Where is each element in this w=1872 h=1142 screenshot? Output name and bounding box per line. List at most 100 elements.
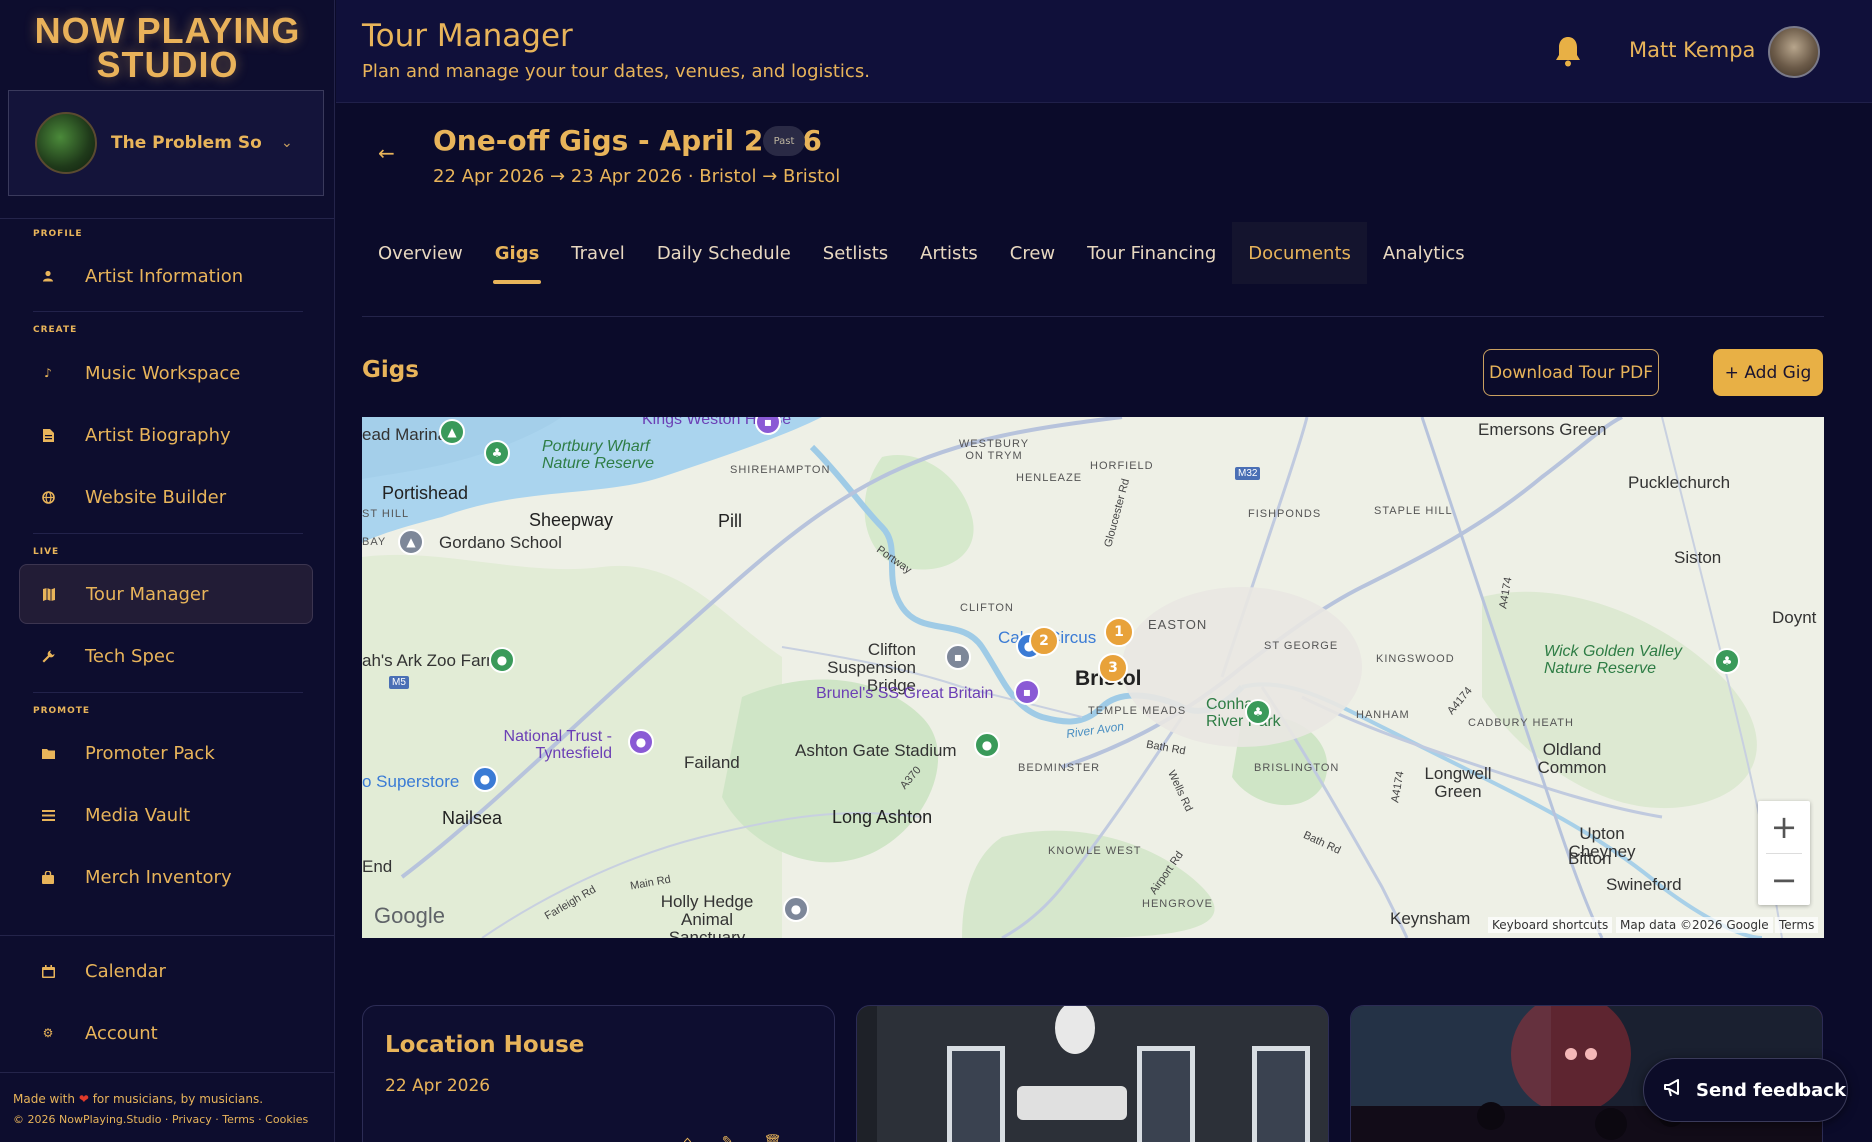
sidebar-item-media-vault[interactable]: Media Vault [19,785,313,845]
music-note-icon: ♪ [44,366,52,380]
bridge-pin-icon[interactable]: ▪ [945,644,971,670]
top-header: Tour Manager Plan and manage your tour d… [336,0,1872,103]
map-label-longwell: Longwell Green [1424,764,1492,801]
artist-selector[interactable]: The Problem So... ⌄ [8,90,324,196]
send-feedback-button[interactable]: Send feedback [1643,1058,1848,1122]
zoom-controls: + − [1758,801,1810,905]
brand-logo[interactable]: NOW PLAYING STUDIO [0,8,335,86]
add-gig-button[interactable]: + Add Gig [1713,349,1823,396]
sidebar-item-tech-spec[interactable]: Tech Spec [19,626,313,686]
user-name[interactable]: Matt Kempa [1629,38,1755,62]
artist-avatar [35,112,97,174]
download-pdf-button[interactable]: Download Tour PDF [1483,349,1659,396]
sidebar-item-label: Artist Biography [85,424,231,446]
cart-pin-icon[interactable]: ● [472,766,498,792]
sidebar: NOW PLAYING STUDIO The Problem So... ⌄ P… [0,0,335,1142]
sidebar-item-label: Merch Inventory [85,866,232,888]
tab-artists[interactable]: Artists [904,222,994,284]
sidebar-item-website-builder[interactable]: Website Builder [19,467,313,527]
map-label-staple-hill: STAPLE HILL [1374,505,1453,517]
gig-card[interactable]: Location House 22 Apr 2026 ⌂ ✎ 🗑 [362,1005,835,1142]
map-label-wick: Wick Golden Valley Nature Reserve [1544,643,1682,677]
sidebar-item-artist-information[interactable]: Artist Information [19,246,313,306]
gear-icon: ⚙ [42,1026,54,1040]
list-icon [41,808,55,822]
tab-overview[interactable]: Overview [362,222,479,284]
pin-icon[interactable]: ● [783,896,809,922]
map-label-hengrove: HENGROVE [1142,898,1213,910]
trash-icon[interactable]: 🗑 [764,1134,782,1142]
sidebar-item-merch-inventory[interactable]: Merch Inventory [19,847,313,907]
sidebar-item-music-workspace[interactable]: ♪ Music Workspace [19,343,313,403]
bell-icon[interactable] [1554,35,1582,67]
back-arrow-icon[interactable]: ← [378,141,395,165]
wrench-icon [41,649,55,663]
tab-gigs[interactable]: Gigs [479,222,556,284]
gig-cluster-marker[interactable]: 2 [1029,626,1059,656]
tree-pin-icon[interactable]: ♣ [1714,648,1740,674]
gig-card-image[interactable] [856,1005,1329,1142]
page-title: Tour Manager [362,18,573,54]
tab-setlists[interactable]: Setlists [807,222,904,284]
user-avatar[interactable] [1768,26,1820,78]
museum-pin-icon[interactable]: ▪ [1014,679,1040,705]
footer-links: © 2026 NowPlaying.Studio · Privacy · Ter… [13,1113,309,1126]
map-label-sheepway: Sheepway [529,510,614,530]
tree-pin-icon[interactable]: ♣ [484,440,510,466]
stadium-pin-icon[interactable]: ● [974,732,1000,758]
map-label-holly-hedge: Holly Hedge Animal Sanctuary [660,892,754,939]
map-label-cadbury: CADBURY HEATH [1468,717,1574,729]
footer-made-with-prefix: Made with [13,1092,75,1106]
map-label-swineford: Swineford [1606,875,1682,894]
venue-photo [857,1006,1328,1142]
tab-bar: Overview Gigs Travel Daily Schedule Setl… [362,222,1481,284]
document-icon [41,428,55,442]
tab-daily-schedule[interactable]: Daily Schedule [641,222,807,284]
park-pin-icon[interactable]: ▲ [439,419,465,445]
tab-tour-financing[interactable]: Tour Financing [1071,222,1232,284]
tab-analytics[interactable]: Analytics [1367,222,1481,284]
school-pin-icon[interactable]: ▲ [398,529,424,555]
footer-brand-link[interactable]: NowPlaying.Studio [59,1113,161,1126]
footer-cookies-link[interactable]: Cookies [265,1113,308,1126]
section-title: Gigs [362,357,419,383]
footer-terms-link[interactable]: Terms [222,1113,254,1126]
home-icon[interactable]: ⌂ [683,1134,692,1142]
map-label-failand: Failand [684,753,740,772]
tree-pin-icon[interactable]: ♣ [1245,699,1271,725]
tab-documents[interactable]: Documents [1232,222,1367,284]
paw-pin-icon[interactable]: ● [489,647,515,673]
zoom-out-button[interactable]: − [1758,854,1810,906]
map-icon [42,587,56,601]
divider [33,311,303,312]
sidebar-item-label: Artist Information [85,265,244,287]
gig-cluster-marker[interactable]: 1 [1104,617,1134,647]
chevron-down-icon: ⌄ [281,135,293,151]
sidebar-item-calendar[interactable]: Calendar [19,941,313,1001]
footer-privacy-link[interactable]: Privacy [172,1113,212,1126]
map-label-horfield: HORFIELD [1090,460,1154,472]
gig-cluster-marker[interactable]: 3 [1098,653,1128,683]
zoom-in-button[interactable]: + [1758,801,1810,853]
sidebar-divider [0,1072,335,1073]
camera-pin-icon[interactable]: ● [628,729,654,755]
sidebar-item-promoter-pack[interactable]: Promoter Pack [19,723,313,783]
sidebar-item-artist-biography[interactable]: Artist Biography [19,405,313,465]
gig-map[interactable]: Emersons Green Pucklechurch Siston Doynt… [362,417,1824,938]
map-label-portbury: Portbury Wharf Nature Reserve [542,438,655,472]
keyboard-shortcuts-link[interactable]: Keyboard shortcuts [1488,917,1613,933]
map-label-m5: M5 [389,676,409,689]
tab-travel[interactable]: Travel [555,222,641,284]
map-terms-link[interactable]: Terms [1775,917,1819,933]
map-label-shirehampton: SHIREHAMPTON [730,464,831,476]
sidebar-divider [0,935,335,936]
sidebar-item-label: Website Builder [85,486,227,508]
tab-crew[interactable]: Crew [994,222,1071,284]
send-feedback-label: Send feedback [1696,1079,1846,1101]
edit-icon[interactable]: ✎ [722,1134,734,1142]
footer-copyright: © 2026 [13,1113,56,1126]
sidebar-item-account[interactable]: ⚙ Account [19,1003,313,1063]
calendar-icon [41,964,55,978]
gig-actions: ⌂ ✎ 🗑 [683,1134,781,1142]
sidebar-item-tour-manager[interactable]: Tour Manager [19,564,313,624]
